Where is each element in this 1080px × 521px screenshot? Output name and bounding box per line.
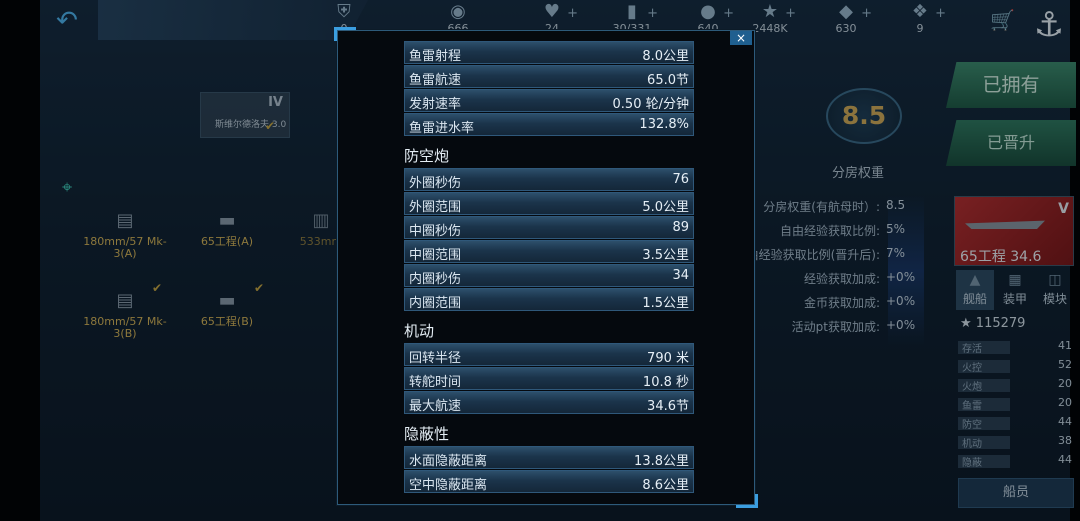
frame-corner (736, 494, 758, 508)
stat-row: 外圈秒伤 76 (404, 168, 694, 191)
stat-value: 65.0节 (647, 73, 689, 88)
stat-row: 回转半径 790 米 (404, 343, 694, 366)
ship-stats-modal: × 鱼雷射程 8.0公里鱼雷航速 65.0节发射速率 0.50 轮/分钟鱼雷进水率 13… (334, 27, 758, 508)
stat-row: 最大航速 34.6节 (404, 391, 694, 414)
stat-value: 13.8公里 (634, 454, 689, 469)
section-title: 隐蔽性 (404, 425, 450, 443)
stat-row: 鱼雷射程 8.0公里 (404, 41, 694, 64)
stat-label: 中圈秒伤 (409, 224, 462, 239)
stat-value: 34.6节 (647, 399, 689, 414)
section-title: 防空炮 (404, 147, 450, 165)
stat-label: 内圈范围 (409, 296, 462, 311)
stat-label: 鱼雷航速 (409, 73, 462, 88)
stat-label: 水面隐蔽距离 (409, 454, 488, 469)
stat-value: 5.0公里 (642, 200, 689, 215)
section-title: 机动 (404, 322, 435, 340)
stat-value: 89 (672, 220, 689, 235)
stat-row: 中圈秒伤 89 (404, 216, 694, 239)
stat-row: 发射速率 0.50 轮/分钟 (404, 89, 694, 112)
stat-row: 空中隐蔽距离 8.6公里 (404, 470, 694, 493)
stat-value: 8.0公里 (642, 49, 689, 64)
stat-label: 外圈秒伤 (409, 176, 462, 191)
close-icon[interactable]: × (730, 31, 752, 45)
stat-value: 8.6公里 (642, 478, 689, 493)
stat-row: 鱼雷航速 65.0节 (404, 65, 694, 88)
stat-value: 0.50 轮/分钟 (612, 97, 689, 112)
frame-corner (334, 27, 356, 41)
stat-row: 内圈秒伤 34 (404, 264, 694, 287)
stat-value: 34 (672, 268, 689, 283)
stat-value: 790 米 (647, 351, 689, 366)
stat-label: 外圈范围 (409, 200, 462, 215)
stat-label: 发射速率 (409, 97, 462, 112)
stat-row: 水面隐蔽距离 13.8公里 (404, 446, 694, 469)
stat-value: 132.8% (639, 117, 689, 132)
stat-value: 10.8 秒 (642, 375, 689, 390)
stat-value: 76 (672, 172, 689, 187)
stat-label: 鱼雷射程 (409, 49, 462, 64)
stat-value: 1.5公里 (642, 296, 689, 311)
stat-value: 3.5公里 (642, 248, 689, 263)
stat-row: 中圈范围 3.5公里 (404, 240, 694, 263)
stats-scroll-area[interactable]: 鱼雷射程 8.0公里鱼雷航速 65.0节发射速率 0.50 轮/分钟鱼雷进水率 132.… (404, 41, 694, 497)
stat-row: 外圈范围 5.0公里 (404, 192, 694, 215)
stat-label: 最大航速 (409, 399, 462, 414)
stat-row: 内圈范围 1.5公里 (404, 288, 694, 311)
stat-label: 转舵时间 (409, 375, 462, 390)
stat-label: 空中隐蔽距离 (409, 478, 488, 493)
stat-label: 回转半径 (409, 351, 462, 366)
stat-label: 中圈范围 (409, 248, 462, 263)
stat-row: 转舵时间 10.8 秒 (404, 367, 694, 390)
stat-label: 鱼雷进水率 (409, 121, 475, 136)
stat-row: 鱼雷进水率 132.8% (404, 113, 694, 136)
stat-label: 内圈秒伤 (409, 272, 462, 287)
